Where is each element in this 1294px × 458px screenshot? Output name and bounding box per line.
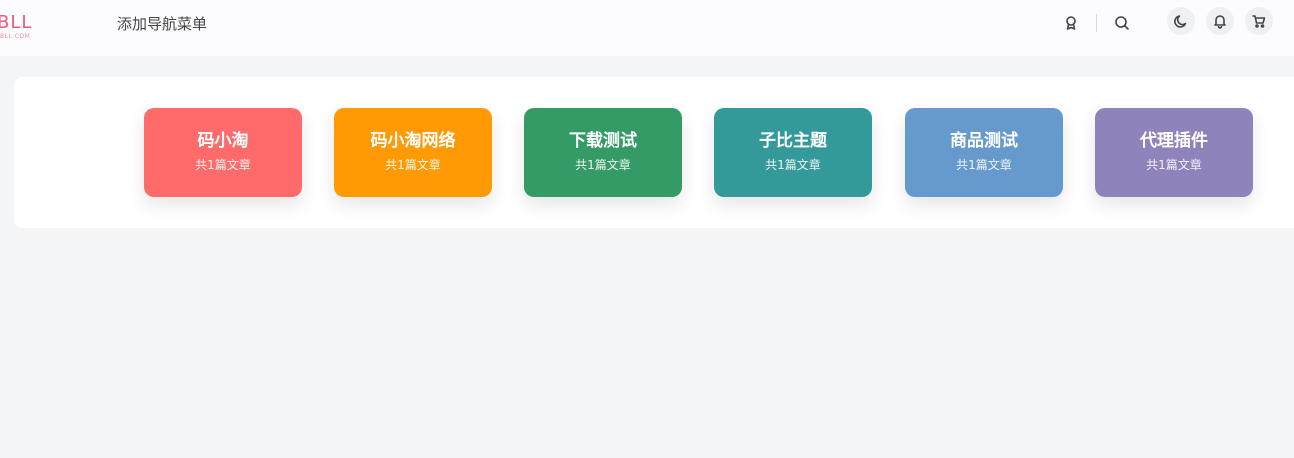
category-article-count: 共1篇文章 bbox=[575, 158, 631, 172]
category-card[interactable]: 子比主题 共1篇文章 bbox=[714, 108, 872, 197]
badge-icon[interactable] bbox=[1057, 9, 1085, 37]
category-card[interactable]: 代理插件 共1篇文章 bbox=[1095, 108, 1253, 197]
category-title: 商品测试 bbox=[950, 131, 1018, 151]
cart-icon[interactable] bbox=[1245, 7, 1273, 35]
logo-subtext: BLL.COM bbox=[0, 33, 31, 40]
category-title: 下载测试 bbox=[569, 131, 637, 151]
top-header: BLL BLL.COM 添加导航菜单 bbox=[0, 0, 1294, 56]
category-title: 子比主题 bbox=[759, 131, 827, 151]
site-logo[interactable]: BLL BLL.COM bbox=[0, 12, 50, 42]
search-icon[interactable] bbox=[1108, 9, 1136, 37]
category-card[interactable]: 下载测试 共1篇文章 bbox=[524, 108, 682, 197]
logo-text: BLL bbox=[0, 12, 33, 33]
add-nav-menu-link[interactable]: 添加导航菜单 bbox=[117, 14, 207, 34]
category-card[interactable]: 码小淘 共1篇文章 bbox=[144, 108, 302, 197]
category-title: 码小淘网络 bbox=[370, 131, 456, 151]
moon-icon[interactable] bbox=[1167, 7, 1195, 35]
category-article-count: 共1篇文章 bbox=[195, 158, 251, 172]
category-article-count: 共1篇文章 bbox=[385, 158, 441, 172]
category-article-count: 共1篇文章 bbox=[765, 158, 821, 172]
category-title: 码小淘 bbox=[197, 131, 249, 151]
category-card[interactable]: 码小淘网络 共1篇文章 bbox=[334, 108, 492, 197]
category-panel: 码小淘 共1篇文章 码小淘网络 共1篇文章 下载测试 共1篇文章 子比主题 共1… bbox=[14, 77, 1294, 228]
category-article-count: 共1篇文章 bbox=[1146, 158, 1202, 172]
bell-icon[interactable] bbox=[1206, 7, 1234, 35]
header-divider bbox=[1096, 14, 1097, 32]
category-title: 代理插件 bbox=[1140, 131, 1208, 151]
category-article-count: 共1篇文章 bbox=[956, 158, 1012, 172]
category-card[interactable]: 商品测试 共1篇文章 bbox=[905, 108, 1063, 197]
